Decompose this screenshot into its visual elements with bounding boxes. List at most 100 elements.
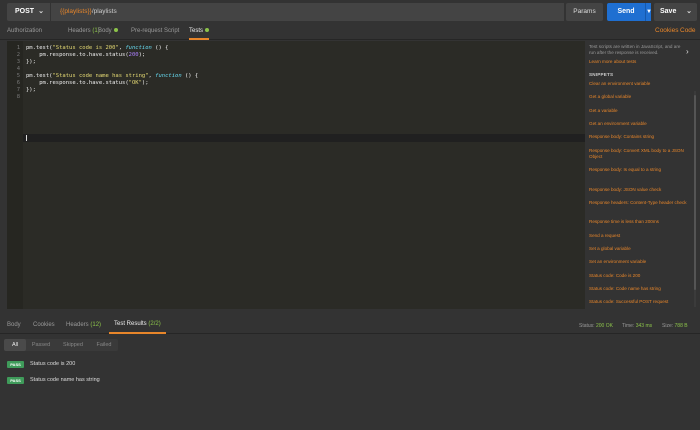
send-options-button[interactable]: ▼ (645, 3, 652, 21)
time-value: 343 ms (635, 323, 653, 329)
snippet-item[interactable]: Response body: Contains string (589, 134, 689, 140)
method-label: POST (15, 8, 35, 15)
tests-intro-text: Test scripts are written in JavaScript, … (589, 44, 681, 55)
snippet-item[interactable]: Get an environment variable (589, 121, 689, 127)
pass-badge: PASS (7, 361, 24, 368)
code-text: }); (26, 87, 36, 94)
response-tab-headers-label: Headers (66, 322, 89, 328)
code-token: pm.response.to.have.status( (26, 52, 129, 58)
send-button[interactable]: Send (607, 3, 645, 21)
snippet-item[interactable]: Response body: Is equal to a string (589, 167, 689, 173)
snippet-item[interactable]: Set an environment variable (589, 259, 689, 265)
snippet-item[interactable]: Response body: JSON value check (589, 187, 689, 193)
scrollbar-thumb[interactable] (694, 95, 696, 290)
save-label: Save (660, 8, 677, 15)
response-tab-cookies[interactable]: Cookies (33, 317, 55, 334)
test-results-filter: All Passed Skipped Failed (4, 339, 118, 351)
snippet-item[interactable]: Response headers: Content-Type header ch… (589, 200, 689, 206)
code-line: 2 pm.response.to.have.status(200); (7, 52, 585, 59)
tab-tests[interactable]: Tests (189, 24, 210, 40)
code-line: 4 (7, 66, 585, 73)
snippet-item[interactable]: Send a request (589, 233, 689, 239)
response-tab-headers[interactable]: Headers (12) (66, 317, 101, 334)
code-token: () { (181, 73, 199, 79)
response-headers-count: (12) (90, 322, 102, 328)
code-token: () { (151, 45, 169, 51)
url-variable: {{playlists}} (60, 8, 92, 15)
code-line: 3}); (7, 59, 585, 66)
url-input[interactable]: {{playlists}}/playlists (51, 3, 564, 21)
time-label: Time: (622, 323, 635, 329)
current-line-highlight (23, 134, 585, 142)
code-token: ); (141, 80, 149, 86)
tab-tests-label: Tests (189, 28, 204, 34)
code-line: 1 pm.test("Status code is 200", function … (7, 45, 585, 52)
snippet-item[interactable]: Get a global variable (589, 94, 689, 100)
snippet-item[interactable]: Status code: Code is 200 (589, 273, 689, 279)
filter-all[interactable]: All (4, 339, 26, 351)
snippet-item[interactable]: Status code: Code name has string (589, 286, 689, 292)
line-number: 7 (16, 87, 20, 93)
code-line: 6 pm.response.to.have.status("OK"); (7, 80, 585, 87)
code-token: "OK" (128, 80, 142, 86)
response-tab-test-results[interactable]: Test Results (2/2) (109, 317, 166, 334)
code-link[interactable]: Code (680, 27, 696, 34)
size-value: 788 B (674, 323, 688, 329)
status-dot-icon (205, 28, 210, 33)
code-token: pm.response.to.have.status( (26, 80, 129, 86)
filter-passed[interactable]: Passed (26, 339, 56, 351)
response-tabs: Body Cookies Headers (12) Test Results (… (0, 317, 700, 334)
code-token: pm.test( (26, 45, 53, 51)
tab-authorization[interactable]: Authorization (7, 24, 42, 40)
snippets-panel: Test scripts are written in JavaScript, … (585, 41, 700, 324)
snippet-item[interactable]: Clear an environment variable (589, 81, 689, 87)
code-token: function (155, 73, 182, 79)
response-tab-body[interactable]: Body (7, 317, 21, 334)
filter-skipped[interactable]: Skipped (56, 339, 90, 351)
tab-headers-label: Headers (68, 28, 91, 34)
code-line: 5 pm.test("Status code name has string", … (7, 73, 585, 80)
tests-editor[interactable]: 1 pm.test("Status code is 200", function … (7, 41, 585, 309)
snippet-item[interactable]: Get a variable (589, 108, 689, 114)
tab-body[interactable]: Body (98, 24, 118, 40)
response-size: Size: 788 B (662, 323, 688, 329)
code-text: pm.test("Status code is 200", function (… (26, 45, 168, 52)
learn-more-link[interactable]: Learn more about tests (589, 59, 636, 64)
code-token: 200 (128, 52, 139, 58)
status-value: 200 OK (595, 323, 613, 329)
code-text: pm.response.to.have.status(200); (26, 52, 145, 59)
cookies-link[interactable]: Cookies (655, 27, 678, 34)
line-number: 4 (16, 66, 20, 72)
code-token: }); (26, 87, 36, 93)
url-path: /playlists (91, 8, 117, 15)
code-token: "Status code is 200" (52, 45, 119, 51)
params-button[interactable]: Params (566, 3, 603, 21)
line-number: 8 (16, 94, 20, 100)
chevron-down-icon: ⌄ (686, 8, 692, 15)
test-result-name: Status code is 200 (30, 361, 76, 367)
tab-body-label: Body (98, 28, 112, 34)
chevron-down-icon: ⌄ (38, 8, 44, 15)
snippet-item[interactable]: Set a global variable (589, 246, 689, 252)
method-select[interactable]: POST ⌄ (7, 3, 50, 21)
tab-headers[interactable]: Headers (1) (68, 24, 100, 40)
text-cursor (26, 135, 27, 141)
code-line: 8 (7, 94, 585, 101)
pass-badge: PASS (7, 377, 24, 384)
snippet-item[interactable]: Response time is less than 200ms (589, 219, 689, 225)
chevron-down-icon: ▼ (646, 9, 652, 15)
filter-failed[interactable]: Failed (90, 339, 118, 351)
code-text: pm.response.to.have.status("OK"); (26, 80, 149, 87)
test-result-name: Status code name has string (30, 377, 100, 383)
size-label: Size: (662, 323, 674, 329)
status-dot-icon (113, 28, 118, 33)
tab-prerequest-script[interactable]: Pre-request Script (131, 24, 179, 40)
snippet-item[interactable]: Response body: Convert XML body to a JSO… (589, 148, 689, 160)
line-number: 3 (16, 59, 20, 65)
line-number: 6 (16, 80, 20, 86)
snippet-item[interactable]: Status code: Successful POST request (589, 299, 689, 305)
response-time: Time: 343 ms (622, 323, 652, 329)
code-token: }); (26, 59, 36, 65)
collapse-panel-icon[interactable]: › (686, 47, 689, 56)
save-button[interactable]: Save ⌄ (654, 3, 697, 21)
